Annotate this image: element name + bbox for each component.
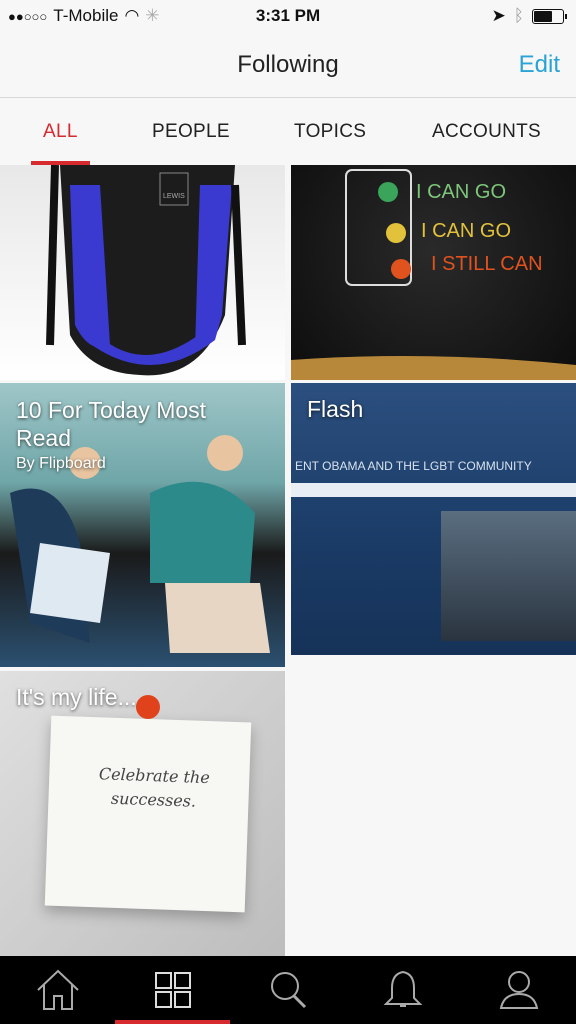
status-bar: ●●○○○ T-Mobile ◠ ✳ 3:31 PM ➤ ᛒ xyxy=(0,0,576,34)
tab-accounts[interactable]: ACCOUNTS xyxy=(432,121,541,143)
tile-subtitle: By Flipboard xyxy=(16,455,106,472)
search-icon[interactable] xyxy=(266,968,312,1012)
pushpin-icon xyxy=(136,695,160,719)
tile-traffic-light[interactable]: I CAN GO I CAN GO I STILL CAN xyxy=(291,165,576,380)
shirt-text-2: I CAN GO xyxy=(421,220,511,242)
tile-its-my-life[interactable]: Celebrate the successes. It's my life... xyxy=(0,671,285,956)
nav-bar: Following Edit xyxy=(0,34,576,98)
tab-topics[interactable]: TOPICS xyxy=(294,121,366,143)
clock: 3:31 PM xyxy=(255,6,321,25)
photo-image xyxy=(441,511,576,641)
shirt-text-1: I CAN GO xyxy=(416,181,506,203)
bluetooth-icon: ᛒ xyxy=(513,6,524,25)
home-icon[interactable] xyxy=(35,968,81,1012)
tile-backpack[interactable]: LEWIS xyxy=(0,165,285,380)
tile-title: It's my life... xyxy=(16,684,137,710)
tab-people[interactable]: PEOPLE xyxy=(152,121,230,143)
active-tab-indicator xyxy=(115,1020,230,1024)
grid-icon[interactable] xyxy=(150,968,196,1012)
shirt-text-3: I STILL CAN xyxy=(431,253,543,275)
tab-all[interactable]: ALL xyxy=(43,121,78,143)
tab-bar: ALL PEOPLE TOPICS ACCOUNTS xyxy=(0,99,576,165)
note-text: Celebrate the successes. xyxy=(98,764,211,811)
page-title: Following xyxy=(237,51,339,78)
sticky-note: Celebrate the successes. xyxy=(44,715,252,913)
backpack-label: LEWIS xyxy=(163,193,185,200)
edit-button[interactable]: Edit xyxy=(519,51,560,79)
tile-10-for-today[interactable]: 10 For Today Most Read By Flipboard xyxy=(0,383,285,667)
tile-title: 10 For Today Most Read xyxy=(16,397,207,451)
profile-icon[interactable] xyxy=(496,968,542,1012)
location-icon: ➤ xyxy=(491,6,506,25)
traffic-light-image: I CAN GO I CAN GO I STILL CAN xyxy=(291,169,576,380)
page-heading: ENT OBAMA AND THE LGBT COMMUNITY xyxy=(295,459,532,473)
tile-flash[interactable]: ENT OBAMA AND THE LGBT COMMUNITY Flash xyxy=(291,383,576,655)
bell-icon[interactable] xyxy=(380,968,426,1012)
backpack-image: LEWIS xyxy=(46,165,246,376)
battery-icon xyxy=(532,8,567,24)
tile-title: Flash xyxy=(307,396,364,422)
bottom-tab-bar xyxy=(0,956,576,1024)
page-nav-strip xyxy=(291,483,576,497)
